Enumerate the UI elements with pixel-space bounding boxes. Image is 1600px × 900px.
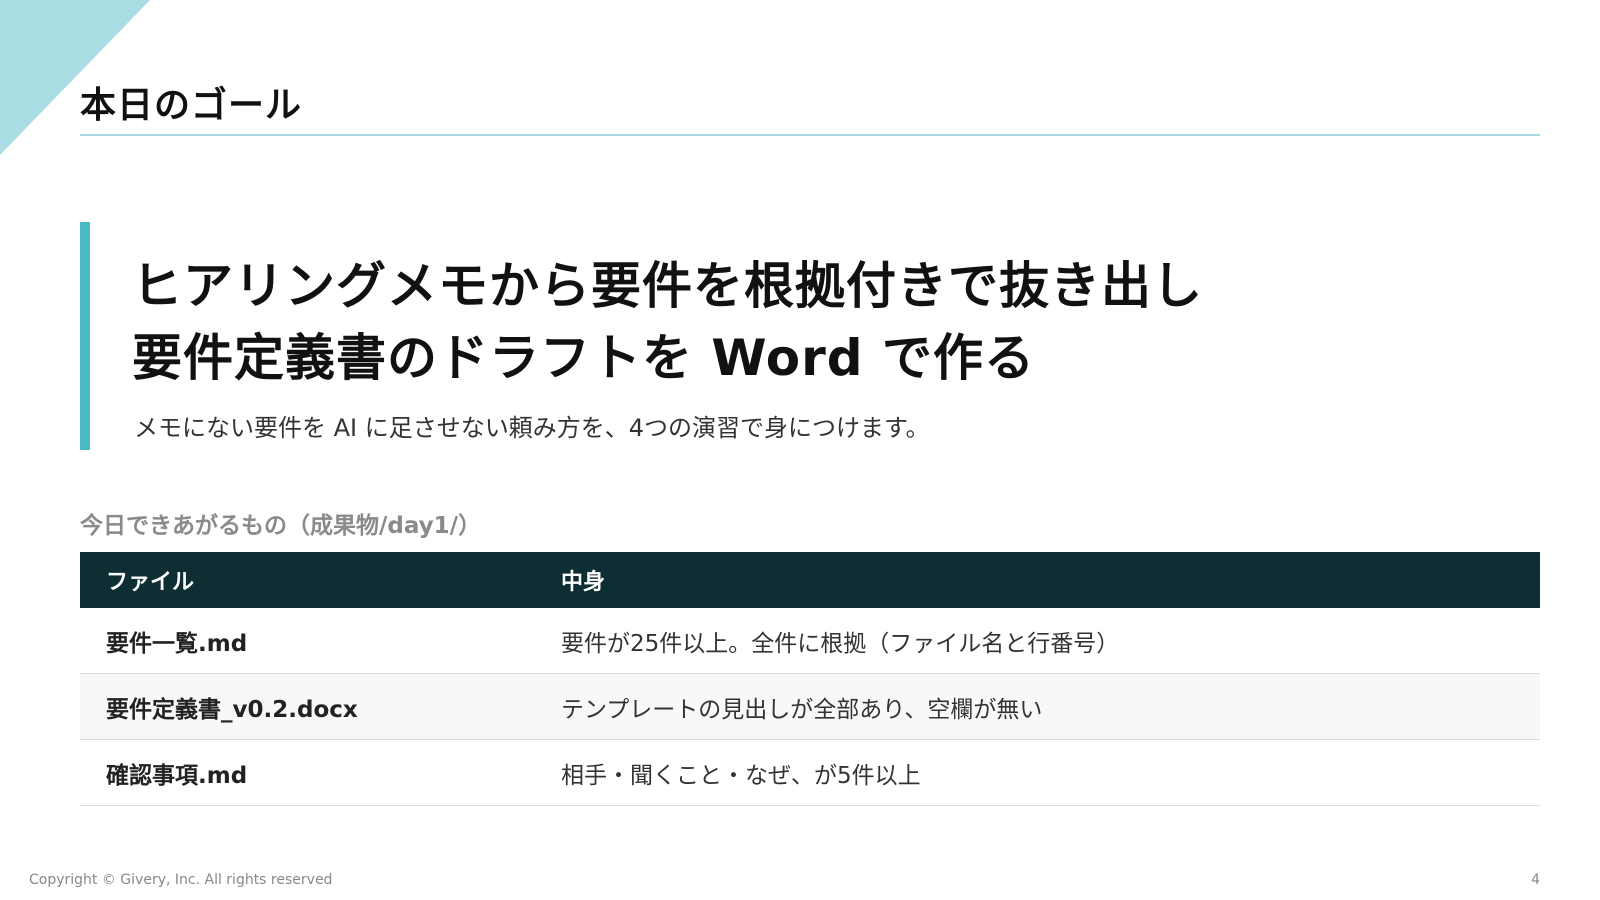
goal-callout: ヒアリングメモから要件を根拠付きで抜き出し 要件定義書のドラフトを Word で… [80,222,1540,450]
page-number: 4 [1531,872,1540,888]
content-cell: 相手・聞くこと・なぜ、が5件以上 [535,739,1540,806]
content-cell: 要件が25件以上。全件に根拠（ファイル名と行番号） [535,608,1540,674]
table-row: 要件一覧.md 要件が25件以上。全件に根拠（ファイル名と行番号） [80,608,1540,674]
slide-title: 本日のゴール [80,85,303,126]
file-name-cell: 要件一覧.md [80,608,535,674]
table-row: 要件定義書_v0.2.docx テンプレートの見出しが全部あり、空欄が無い [80,673,1540,740]
deliverables-label: 今日できあがるもの（成果物/day1/） [80,513,482,539]
footer-copyright: Copyright © Givery, Inc. All rights rese… [29,872,333,888]
goal-subtitle: メモにない要件を AI に足させない頼み方を、4つの演習で身につけます。 [134,414,930,442]
file-name-cell: 確認事項.md [80,739,535,806]
table-header-row: ファイル 中身 [80,552,1540,608]
column-header-file: ファイル [80,552,535,608]
deliverables-table: ファイル 中身 要件一覧.md 要件が25件以上。全件に根拠（ファイル名と行番号… [80,552,1540,806]
goal-headline-line-1: ヒアリングメモから要件を根拠付きで抜き出し [132,257,1203,315]
goal-headline-line-2: 要件定義書のドラフトを Word で作る [132,329,1035,387]
table-row: 確認事項.md 相手・聞くこと・なぜ、が5件以上 [80,739,1540,806]
file-name-cell: 要件定義書_v0.2.docx [80,673,535,740]
goal-accent-bar [80,222,90,450]
column-header-content: 中身 [535,552,1540,608]
content-cell: テンプレートの見出しが全部あり、空欄が無い [535,673,1540,740]
title-divider [80,134,1540,136]
